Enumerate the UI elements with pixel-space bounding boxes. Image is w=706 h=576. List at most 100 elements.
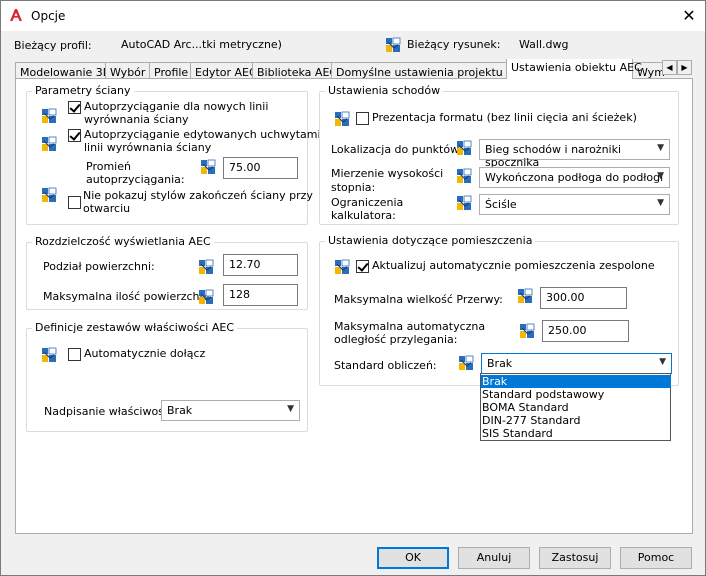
autosnap-edit-checkbox[interactable] bbox=[68, 129, 81, 142]
property-override-label: Nadpisanie właściwości bbox=[44, 405, 174, 418]
rooms-group: Ustawienia dotyczące pomieszczenia Aktua… bbox=[319, 234, 679, 386]
tab-strip: Modelowanie 3D Wybór Profile Edytor AEC … bbox=[15, 59, 675, 79]
tab-aec-object-settings[interactable]: Ustawienia obiektu AEC bbox=[506, 59, 642, 79]
tab-aec-library[interactable]: Biblioteka AEC bbox=[252, 62, 337, 79]
dropdown-option-boma[interactable]: BOMA Standard bbox=[481, 401, 671, 414]
dropdown-option-din277[interactable]: DIN-277 Standard bbox=[481, 414, 671, 427]
surface-division-input[interactable]: 12.70 bbox=[223, 254, 298, 276]
current-drawing-value: Wall.dwg bbox=[519, 38, 569, 51]
max-adjacency-label-line2: odległość przylegania: bbox=[334, 333, 458, 346]
property-sets-title: Definicje zestawów właściwości AEC bbox=[32, 321, 238, 334]
drawing-setting-icon bbox=[41, 136, 57, 152]
tab-selection[interactable]: Wybór bbox=[105, 62, 150, 79]
autosnap-new-label-line1: Autoprzyciąganie dla nowych linii bbox=[84, 100, 269, 113]
surface-division-label: Podział powierzchni: bbox=[43, 260, 155, 273]
close-button[interactable]: ✕ bbox=[674, 3, 704, 29]
calculator-limits-value: Ściśle bbox=[485, 198, 517, 211]
tab-aec-editor[interactable]: Edytor AEC bbox=[190, 62, 257, 79]
ok-button[interactable]: OK bbox=[377, 547, 449, 569]
max-gap-label: Maksymalna wielkość Przerwy: bbox=[334, 293, 503, 306]
cancel-button[interactable]: Anuluj bbox=[458, 547, 530, 569]
drawing-setting-icon bbox=[456, 168, 472, 184]
autosnap-edit-label-line1: Autoprzyciąganie edytowanych uchwytami bbox=[84, 128, 321, 141]
drawing-setting-icon bbox=[200, 159, 216, 175]
auto-update-rooms-label: Aktualizuj automatycznie pomieszczenia z… bbox=[372, 259, 655, 272]
auto-update-rooms-checkbox[interactable] bbox=[356, 260, 369, 273]
calc-standard-value: Brak bbox=[487, 357, 513, 370]
property-override-select[interactable]: Brak ▼ bbox=[161, 400, 300, 421]
stairs-title: Ustawienia schodów bbox=[325, 84, 444, 97]
tab-3d-modeling[interactable]: Modelowanie 3D bbox=[15, 62, 111, 79]
tab-scroll-right-button[interactable]: ▶ bbox=[677, 60, 692, 75]
help-button[interactable]: Pomoc bbox=[620, 547, 692, 569]
autosnap-radius-label-line2: autoprzyciągania: bbox=[86, 173, 185, 186]
drawing-setting-icon bbox=[456, 195, 472, 211]
locate-to-points-label: Lokalizacja do punktów: bbox=[331, 143, 463, 156]
riser-height-select[interactable]: Wykończona podłoga do podłogi ▼ bbox=[479, 167, 670, 188]
tab-panel: Parametry ściany Autoprzyciąganie dla no… bbox=[15, 78, 693, 534]
calc-standard-select[interactable]: Brak ▼ bbox=[481, 353, 672, 374]
calc-standard-dropdown: Brak Standard podstawowy BOMA Standard D… bbox=[480, 373, 671, 441]
chevron-down-icon: ▼ bbox=[659, 357, 666, 367]
drawing-setting-icon bbox=[41, 187, 57, 203]
drawing-setting-icon bbox=[41, 108, 57, 124]
property-override-value: Brak bbox=[167, 404, 193, 417]
max-adjacency-label-line1: Maksymalna automatyczna bbox=[334, 320, 486, 333]
presentation-format-checkbox[interactable] bbox=[356, 112, 369, 125]
drawing-icon bbox=[385, 37, 401, 53]
title-bar: Opcje ✕ bbox=[1, 1, 705, 31]
autosnap-radius-input[interactable]: 75.00 bbox=[223, 157, 298, 179]
drawing-setting-icon bbox=[517, 288, 533, 304]
current-profile-label: Bieżący profil: bbox=[14, 39, 92, 52]
calculator-limits-label-line2: kalkulatora: bbox=[331, 209, 396, 222]
max-adjacency-input[interactable]: 250.00 bbox=[542, 320, 629, 342]
dropdown-option-basic[interactable]: Standard podstawowy bbox=[481, 388, 671, 401]
auto-attach-checkbox[interactable] bbox=[68, 348, 81, 361]
options-dialog: Opcje ✕ Bieżący profil: AutoCAD Arc...tk… bbox=[0, 0, 706, 576]
max-surfaces-input[interactable]: 128 bbox=[223, 284, 298, 306]
drawing-setting-icon bbox=[198, 289, 214, 305]
hide-end-styles-checkbox[interactable] bbox=[68, 196, 81, 209]
apply-button[interactable]: Zastosuj bbox=[539, 547, 611, 569]
wall-params-title: Parametry ściany bbox=[32, 84, 134, 97]
calculator-limits-label-line1: Ograniczenia bbox=[331, 196, 404, 209]
auto-attach-label: Automatycznie dołącz bbox=[84, 347, 206, 360]
tab-profiles[interactable]: Profile bbox=[149, 62, 191, 79]
riser-height-label-line2: stopnia: bbox=[331, 181, 376, 194]
dropdown-option-sis[interactable]: SIS Standard bbox=[481, 427, 671, 440]
chevron-down-icon: ▼ bbox=[657, 171, 664, 181]
drawing-setting-icon bbox=[41, 347, 57, 363]
locate-to-points-select[interactable]: Bieg schodów i narożniki spocznika ▼ bbox=[479, 139, 670, 169]
chevron-down-icon: ▼ bbox=[657, 198, 664, 208]
max-surfaces-label: Maksymalna ilość powierzchni: bbox=[43, 290, 214, 303]
drawing-setting-icon bbox=[458, 355, 474, 371]
autosnap-new-label-line2: wyrównania ściany bbox=[84, 113, 189, 126]
locate-to-points-value: Bieg schodów i narożniki spocznika bbox=[485, 143, 622, 169]
wall-params-group: Parametry ściany Autoprzyciąganie dla no… bbox=[26, 84, 321, 225]
calc-standard-label: Standard obliczeń: bbox=[334, 359, 437, 372]
display-resolution-group: Rozdzielczość wyświetlania AEC Podział p… bbox=[26, 235, 308, 310]
calculator-limits-select[interactable]: Ściśle ▼ bbox=[479, 194, 670, 215]
tab-scroll-left-button[interactable]: ◀ bbox=[662, 60, 677, 75]
max-gap-input[interactable]: 300.00 bbox=[540, 287, 627, 309]
tab-aec-project-defaults[interactable]: Domyślne ustawienia projektu AEC bbox=[331, 62, 528, 79]
drawing-setting-icon bbox=[334, 111, 350, 127]
current-profile-value: AutoCAD Arc...tki metryczne) bbox=[121, 38, 282, 51]
drawing-setting-icon bbox=[198, 259, 214, 275]
drawing-setting-icon bbox=[334, 259, 350, 275]
stairs-group: Ustawienia schodów Prezentacja formatu (… bbox=[319, 84, 679, 225]
property-sets-group: Definicje zestawów właściwości AEC Autom… bbox=[26, 321, 308, 432]
autosnap-radius-label-line1: Promień bbox=[86, 160, 131, 173]
autosnap-new-checkbox[interactable] bbox=[68, 101, 81, 114]
presentation-format-label: Prezentacja formatu (bez linii cięcia an… bbox=[372, 111, 637, 124]
autocad-logo-icon bbox=[10, 9, 22, 21]
hide-end-styles-label-line2: otwarciu bbox=[83, 202, 131, 215]
riser-height-value: Wykończona podłoga do podłogi bbox=[485, 171, 664, 184]
chevron-down-icon: ▼ bbox=[287, 404, 294, 414]
rooms-title: Ustawienia dotyczące pomieszczenia bbox=[325, 234, 536, 247]
riser-height-label-line1: Mierzenie wysokości bbox=[331, 167, 444, 180]
drawing-setting-icon bbox=[519, 323, 535, 339]
display-resolution-title: Rozdzielczość wyświetlania AEC bbox=[32, 235, 214, 248]
dropdown-option-none[interactable]: Brak bbox=[481, 375, 671, 388]
autosnap-edit-label-line2: linii wyrównania ściany bbox=[84, 141, 212, 154]
